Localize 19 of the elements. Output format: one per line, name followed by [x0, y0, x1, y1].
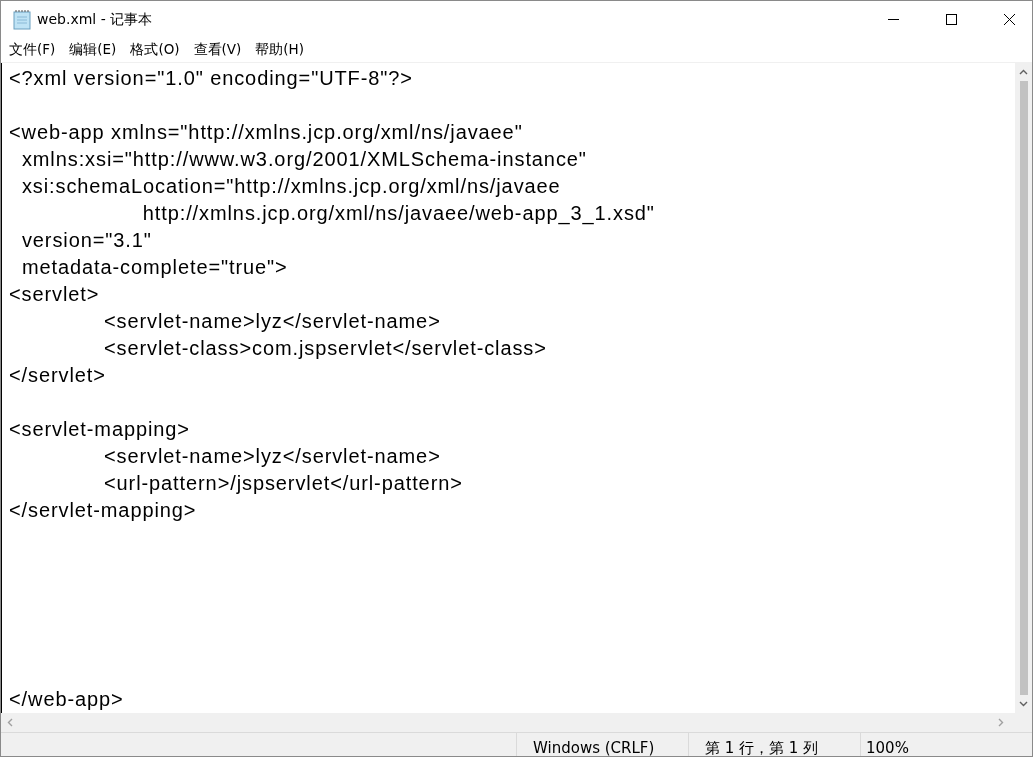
status-text: 第 1 行，第 1 列 [689, 733, 861, 756]
vertical-scrollbar[interactable] [1015, 63, 1032, 713]
maximize-icon[interactable] [945, 14, 957, 25]
horizontal-scrollbar[interactable] [1, 713, 1032, 732]
notepad-icon [13, 9, 31, 30]
close-icon[interactable] [1003, 14, 1015, 25]
menu-item[interactable]: 帮助(H) [255, 41, 305, 59]
menu-item[interactable]: 查看(V) [193, 41, 242, 59]
scroll-thumb[interactable] [1019, 81, 1028, 695]
scroll-left-icon[interactable] [7, 718, 13, 727]
scroll-up-icon[interactable] [1019, 69, 1028, 75]
menu-item[interactable]: 文件(F) [9, 41, 56, 59]
window-title: web.xml - 记事本 [37, 10, 153, 29]
scroll-right-icon[interactable] [998, 718, 1004, 727]
menu-item[interactable]: 编辑(E) [69, 41, 117, 59]
status-text: 100% [865, 738, 909, 756]
menu-item[interactable]: 格式(O) [130, 41, 180, 59]
status-text: Windows (CRLF) [517, 733, 689, 756]
scroll-down-icon[interactable] [1019, 701, 1028, 707]
